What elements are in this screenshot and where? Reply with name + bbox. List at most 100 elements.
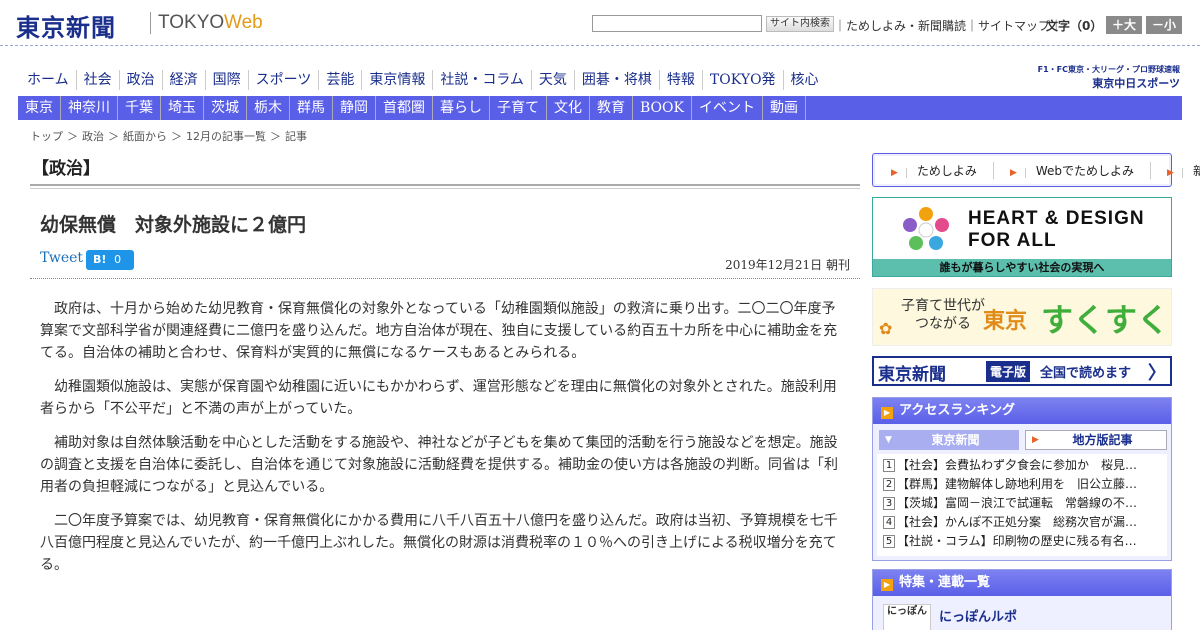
region-gunma[interactable]: 群馬 bbox=[290, 96, 333, 120]
nav-politics[interactable]: 政治 bbox=[120, 70, 163, 90]
triangle-right-icon: ▶ bbox=[881, 579, 893, 591]
trial-link[interactable]: ▶ ためしよみ bbox=[875, 161, 994, 179]
flower-logo-icon bbox=[903, 207, 949, 250]
site-header: 東京新聞 TOKYO Web サイト内検索 ｜ためしよみ・新聞購読｜サイトマップ… bbox=[0, 0, 1200, 46]
features-header: ▶ 特集・連載一覧 bbox=[873, 570, 1171, 596]
tweet-button[interactable]: Tweet bbox=[40, 250, 83, 266]
region-ibaraki[interactable]: 茨城 bbox=[204, 96, 247, 120]
region-shizuoka[interactable]: 静岡 bbox=[333, 96, 376, 120]
triangle-right-icon: ▶ bbox=[883, 167, 907, 178]
font-size-label: 文字（0） bbox=[1046, 19, 1103, 33]
chunichi-logo: 東京中日スポーツ bbox=[1092, 77, 1180, 90]
date-divider bbox=[30, 278, 860, 279]
heart-design-banner[interactable]: HEART & DESIGN FOR ALL 誰もが暮らしやすい社会の実現へ bbox=[872, 197, 1172, 277]
trial-subscribe-link[interactable]: ためしよみ・新聞購読 bbox=[846, 19, 966, 33]
site-logo[interactable]: 東京新聞 bbox=[16, 8, 116, 43]
breadcrumb-december-list[interactable]: 12月の記事一覧 bbox=[186, 130, 266, 143]
digital-edition-banner[interactable]: 東京新聞 電子版 全国で読めます 〉 bbox=[872, 356, 1172, 386]
sitemap-link[interactable]: サイトマップ bbox=[978, 19, 1050, 33]
chevron-right-icon: 〉 bbox=[1148, 363, 1166, 384]
font-size-up-button[interactable]: ＋大 bbox=[1106, 16, 1142, 34]
font-size-down-button[interactable]: －小 bbox=[1146, 16, 1182, 34]
search-input[interactable] bbox=[592, 15, 762, 32]
article-date: 2019年12月21日 朝刊 bbox=[725, 258, 850, 272]
nippon-rupo-link[interactable]: にっぽんルポ bbox=[939, 606, 1017, 625]
breadcrumb-politics[interactable]: 政治 bbox=[82, 130, 104, 143]
breadcrumb-paper[interactable]: 紙面から bbox=[123, 130, 167, 143]
nav-parenting[interactable]: 子育て bbox=[490, 96, 547, 120]
ranking-item[interactable]: 3 【茨城】富岡－浪江で試運転 常磐線の不… bbox=[883, 494, 1161, 513]
trial-links-box: ▶ためしよみ ▶Webでためしよみ ▶新聞購読 bbox=[872, 153, 1200, 187]
region-shutoken[interactable]: 首都圏 bbox=[376, 96, 433, 120]
nav-event[interactable]: イベント bbox=[692, 96, 763, 120]
ranking-item[interactable]: 5 【社説・コラム】印刷物の歴史に残る有名… bbox=[883, 532, 1161, 551]
ranking-item[interactable]: 4 【社会】かんぽ不正処分案 総務次官が漏… bbox=[883, 513, 1161, 532]
tokyo-sukusuku-banner[interactable]: ✿ 子育て世代が つながる 東京 すくすく bbox=[872, 288, 1172, 346]
logo-divider bbox=[150, 12, 151, 34]
nav-economy[interactable]: 経済 bbox=[163, 70, 206, 90]
breadcrumb-current: 記事 bbox=[285, 130, 307, 143]
article-title: 幼保無償 対象外施設に２億円 bbox=[40, 214, 307, 236]
region-chiba[interactable]: 千葉 bbox=[118, 96, 161, 120]
nav-weather[interactable]: 天気 bbox=[532, 70, 575, 90]
article-paragraph: 二〇年度予算案では、幼児教育・保育無償化にかかる費用に八千八百五十八億円を盛り込… bbox=[40, 513, 838, 573]
nav-editorial[interactable]: 社説・コラム bbox=[433, 70, 532, 90]
nav-entertainment[interactable]: 芸能 bbox=[319, 70, 363, 90]
nav-sports[interactable]: スポーツ bbox=[249, 70, 320, 90]
article-paragraph: 幼稚園類似施設は、実態が保育園や幼稚園に近いにもかかわらず、運営形態などを理由に… bbox=[40, 379, 837, 417]
section-divider bbox=[30, 184, 860, 189]
nav-go-shogi[interactable]: 囲碁・将棋 bbox=[575, 70, 660, 90]
sukusuku-tagline2: つながる bbox=[915, 316, 971, 332]
header-links: ｜ためしよみ・新聞購読｜サイトマップ｜ bbox=[834, 19, 1063, 33]
access-ranking-panel: ▶ アクセスランキング ▼ 東京新聞 ▶ 地方版記事 1 【社会】会費払わず夕食会に参加… bbox=[872, 397, 1172, 561]
nippon-rupo-thumbnail[interactable]: にっぽん bbox=[883, 604, 931, 630]
region-saitama[interactable]: 埼玉 bbox=[161, 96, 204, 120]
denshi-text: 全国で読めます bbox=[1040, 366, 1132, 381]
chunichi-sports-banner[interactable]: F1・FC東京・大リーグ・プロ野球速報 東京中日スポーツ bbox=[1024, 64, 1180, 90]
heart-title-line1: HEART & DESIGN bbox=[968, 208, 1145, 229]
hatena-bookmark-button[interactable]: B! 0 bbox=[86, 250, 134, 270]
sukusuku-tokyo: 東京 bbox=[983, 308, 1028, 334]
section-title: 【政治】 bbox=[32, 159, 100, 179]
nav-tokyo-info[interactable]: 東京情報 bbox=[362, 70, 434, 90]
features-panel: ▶ 特集・連載一覧 にっぽん にっぽんルポ bbox=[872, 569, 1172, 630]
chunichi-tagline: F1・FC東京・大リーグ・プロ野球速報 bbox=[1037, 65, 1180, 74]
main-navigation: ホーム 社会 政治 経済 国際 スポーツ 芸能 東京情報 社説・コラム 天気 囲碁・将棋 特報 TOKY… bbox=[20, 70, 826, 92]
ranking-tab-tokyo[interactable]: ▼ 東京新聞 bbox=[879, 430, 1019, 450]
nav-tokyo-hatsu[interactable]: TOKYO発 bbox=[703, 70, 784, 90]
nav-kakushin[interactable]: 核心 bbox=[784, 70, 826, 90]
subscribe-link[interactable]: ▶新聞購読 bbox=[1151, 162, 1200, 179]
nav-home[interactable]: ホーム bbox=[20, 70, 77, 90]
nav-living[interactable]: 暮らし bbox=[433, 96, 490, 120]
heart-title-line2: FOR ALL bbox=[968, 230, 1057, 251]
search-button[interactable]: サイト内検索 bbox=[766, 16, 834, 32]
region-tokyo[interactable]: 東京 bbox=[18, 96, 61, 120]
denshi-logo: 東京新聞 bbox=[878, 365, 946, 385]
regional-navigation: 東京 神奈川 千葉 埼玉 茨城 栃木 群馬 静岡 首都圏 暮らし 子育て 文化 教育 BOOK イベント 動画 bbox=[18, 96, 1182, 120]
ranking-tab-local[interactable]: ▶ 地方版記事 bbox=[1025, 430, 1167, 450]
triangle-right-icon: ▶ bbox=[1159, 167, 1183, 178]
breadcrumb-top[interactable]: トップ bbox=[30, 130, 63, 143]
ranking-item[interactable]: 2 【群馬】建物解体し跡地利用を 旧公立藤… bbox=[883, 475, 1161, 494]
region-kanagawa[interactable]: 神奈川 bbox=[61, 96, 118, 120]
nav-international[interactable]: 国際 bbox=[206, 70, 249, 90]
nav-culture[interactable]: 文化 bbox=[547, 96, 590, 120]
nav-society[interactable]: 社会 bbox=[77, 70, 120, 90]
logo-web-text[interactable]: Web bbox=[224, 12, 263, 34]
ranking-item[interactable]: 1 【社会】会費払わず夕食会に参加か 桜見… bbox=[883, 456, 1161, 475]
logo-tokyo-text[interactable]: TOKYO bbox=[158, 12, 224, 34]
nav-book[interactable]: BOOK bbox=[633, 96, 692, 120]
web-trial-link[interactable]: ▶ Webでためしよみ bbox=[994, 161, 1152, 179]
ranking-list: 1 【社会】会費払わず夕食会に参加か 桜見… 2 【群馬】建物解体し跡地利用を 旧公… bbox=[877, 454, 1167, 556]
article-paragraph: 補助対象は自然体験活動を中心とした活動をする施設や、神社などが子どもを集めて集団… bbox=[40, 435, 838, 495]
article-body: 政府は、十月から始めた幼児教育・保育無償化の対象外となっている「幼稚園類似施設」… bbox=[40, 298, 848, 588]
hatena-icon: B! bbox=[93, 253, 107, 266]
region-tochigi[interactable]: 栃木 bbox=[247, 96, 290, 120]
nav-education[interactable]: 教育 bbox=[590, 96, 633, 120]
flower-icon: ✿ bbox=[879, 319, 893, 338]
heart-subtitle: 誰もが暮らしやすい社会の実現へ bbox=[873, 259, 1171, 276]
triangle-down-icon: ▼ bbox=[885, 435, 892, 445]
nav-tokuho[interactable]: 特報 bbox=[660, 70, 703, 90]
nav-video[interactable]: 動画 bbox=[763, 96, 806, 120]
triangle-right-icon: ▶ bbox=[1001, 167, 1026, 178]
